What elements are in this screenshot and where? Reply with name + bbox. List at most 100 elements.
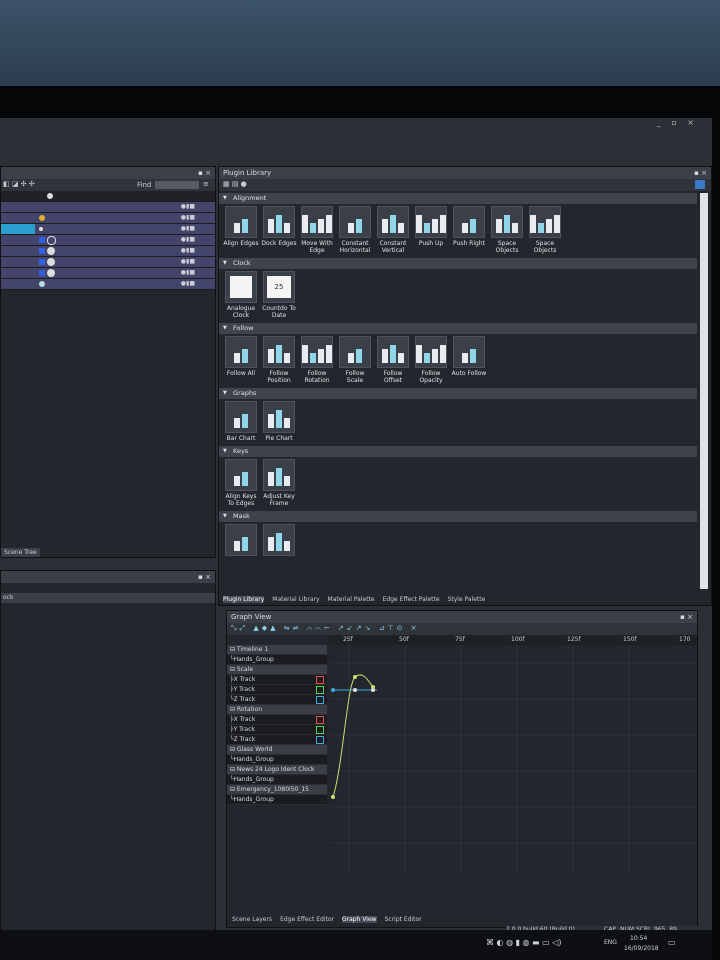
plugin-item[interactable]	[223, 524, 259, 558]
plugin-item[interactable]: Follow Offset	[375, 336, 411, 384]
plugin-item[interactable]: Align Edges	[223, 206, 259, 254]
track-row[interactable]: └Z Track	[227, 735, 327, 745]
scene-row[interactable]: ●▮■	[1, 213, 215, 224]
category-header[interactable]: Clock	[219, 258, 697, 269]
plugin-item[interactable]: Constant Horizontal	[337, 206, 373, 254]
tab-style-palette[interactable]: Style Palette	[448, 596, 486, 603]
track-checkbox[interactable]	[316, 676, 324, 684]
track-checkbox[interactable]	[316, 726, 324, 734]
scene-row[interactable]: ●▮■	[1, 235, 215, 246]
list-icon[interactable]: ≡	[203, 180, 209, 188]
plugin-item[interactable]: Constant Vertical	[375, 206, 411, 254]
plugin-item[interactable]: Follow All	[223, 336, 259, 384]
graph-toolbar[interactable]: ⤡⤢ ▲◆▲ ⇋⇌ ⌒⌒⌐ ↗↙↗↘ ⊿⊤⊙ ×	[227, 623, 697, 635]
plugin-item[interactable]: Adjust Key Frame	[261, 459, 297, 507]
category-header[interactable]: Follow	[219, 323, 697, 334]
plugin-item[interactable]: Pie Chart	[261, 401, 297, 442]
clock-date[interactable]: 16/09/2018	[624, 945, 659, 952]
plugin-label: Follow Position	[267, 370, 291, 384]
plugin-item[interactable]: Follow Scale	[337, 336, 373, 384]
track-row[interactable]: ├X Track	[227, 675, 327, 685]
plugin-item[interactable]: Space Objects	[489, 206, 525, 254]
graph-bottom-tabs: Scene Layers Edge Effect Editor Graph View…	[232, 916, 422, 923]
library-view-icons[interactable]: ▦ ▤ ●	[223, 180, 247, 188]
close-icon[interactable]: ▪ ×	[198, 571, 211, 583]
plugin-item[interactable]: Push Up	[413, 206, 449, 254]
tab-scene-layers[interactable]: Scene Layers	[232, 916, 272, 923]
track-row[interactable]: ⊟ Rotation	[227, 705, 327, 715]
scene-row[interactable]: ●▮■	[1, 257, 215, 268]
plugin-item[interactable]: Follow Position	[261, 336, 297, 384]
plugin-item[interactable]: Push Right	[451, 206, 487, 254]
toolbar-icons[interactable]: ◧ ◪ ✣ ✣	[3, 180, 35, 188]
track-row[interactable]: └Hands_Group	[227, 755, 327, 765]
find-input[interactable]	[155, 181, 199, 189]
plugin-item[interactable]: Align Keys To Edges	[223, 459, 259, 507]
tab-edge-effect-editor[interactable]: Edge Effect Editor	[280, 916, 334, 923]
scene-row[interactable]: ●▮■	[1, 268, 215, 279]
plugin-item[interactable]	[261, 524, 297, 558]
track-checkbox[interactable]	[316, 696, 324, 704]
plugin-item[interactable]: Bar Chart	[223, 401, 259, 442]
plugin-item[interactable]: Analogue Clock	[223, 271, 259, 319]
track-row[interactable]: ├X Track	[227, 715, 327, 725]
track-checkbox[interactable]	[316, 736, 324, 744]
tab-material-palette[interactable]: Material Palette	[328, 596, 375, 603]
track-row[interactable]: └Hands_Group	[227, 775, 327, 785]
scrollbar[interactable]	[700, 193, 708, 589]
close-icon[interactable]: ▪ ×	[694, 167, 707, 179]
plugin-item[interactable]: Space Objects	[527, 206, 563, 254]
plugin-label: Follow Rotation	[304, 370, 330, 384]
tab-scene-tree[interactable]: Scene Tree	[1, 548, 40, 557]
timeline-ruler[interactable]: 25f 50f 75f 100f 125f 150f 170	[329, 635, 697, 645]
plugin-label: Adjust Key Frame	[263, 493, 295, 507]
tab-script-editor[interactable]: Script Editor	[385, 916, 422, 923]
plugin-library-tabs: Plugin Library Material Library Material P…	[223, 596, 485, 603]
scene-row[interactable]: ●▮■	[1, 246, 215, 257]
plugin-icon	[225, 206, 257, 238]
close-icon[interactable]: ▪ ×	[680, 611, 693, 623]
plugin-item[interactable]: Dock Edges	[261, 206, 297, 254]
plugin-icon	[339, 336, 371, 368]
scene-row[interactable]: ●▮■	[1, 202, 215, 213]
track-row[interactable]: ⊟ News 24 Logo Ident Clock	[227, 765, 327, 775]
plugin-icon: 25	[263, 271, 295, 303]
add-icon[interactable]	[695, 180, 705, 189]
tab-graph-view[interactable]: Graph View	[342, 916, 377, 923]
track-row[interactable]: └Hands_Group	[227, 795, 327, 805]
category-header[interactable]: Mask	[219, 511, 697, 522]
track-row[interactable]: └Hands_Group	[227, 655, 327, 665]
window-controls[interactable]: _ ▫ ×	[657, 118, 698, 127]
plugin-item[interactable]: Move With Edge	[299, 206, 335, 254]
track-row[interactable]: ├Y Track	[227, 685, 327, 695]
plugin-icon	[263, 206, 295, 238]
track-row[interactable]: ⊟ Timeline 1	[227, 645, 327, 655]
plugin-icon	[301, 206, 333, 238]
track-row[interactable]: ⊟ Emergency_1080i50_15	[227, 785, 327, 795]
track-row[interactable]: ├Y Track	[227, 725, 327, 735]
scene-row-selected[interactable]: ●▮■	[1, 224, 215, 235]
plugin-item[interactable]: Follow Rotation	[299, 336, 335, 384]
plugin-item[interactable]: Auto Follow	[451, 336, 487, 384]
track-row[interactable]: ⊟ Scale	[227, 665, 327, 675]
close-icon[interactable]: ▪ ×	[198, 167, 211, 179]
track-checkbox[interactable]	[316, 716, 324, 724]
tab-edge-effect-palette[interactable]: Edge Effect Palette	[383, 596, 440, 603]
curve-graph[interactable]	[329, 645, 697, 875]
scene-row[interactable]	[1, 191, 215, 202]
track-checkbox[interactable]	[316, 686, 324, 694]
tray-icons[interactable]: ⌘ ◐ ◍ ▮ ◍ ▬ ▭ ◁)	[486, 938, 562, 947]
track-row[interactable]: ⊟ Glass World	[227, 745, 327, 755]
category-header[interactable]: Graphs	[219, 388, 697, 399]
scene-row[interactable]: ●▮■	[1, 279, 215, 290]
language-indicator[interactable]: ENG	[604, 939, 617, 946]
plugin-item[interactable]: Follow Opacity	[413, 336, 449, 384]
plugin-item[interactable]: 25 Countdo To Date	[261, 271, 297, 319]
notification-icon[interactable]: ▭	[668, 938, 676, 947]
tab-material-library[interactable]: Material Library	[272, 596, 319, 603]
clock-time[interactable]: 10:54	[630, 935, 647, 942]
track-row[interactable]: └Z Track	[227, 695, 327, 705]
category-header[interactable]: Alignment	[219, 193, 697, 204]
tab-plugin-library[interactable]: Plugin Library	[223, 596, 265, 603]
category-header[interactable]: Keys	[219, 446, 697, 457]
